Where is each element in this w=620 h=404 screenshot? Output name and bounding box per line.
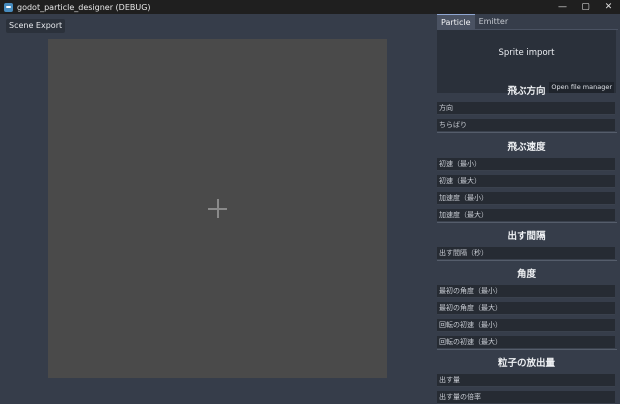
sprite-import-label: Sprite import [498,48,555,58]
divider [437,349,617,350]
field-initial-speed-max[interactable]: 初速（最大） [437,175,615,188]
field-acceleration-max[interactable]: 加速度（最大） [437,209,615,222]
field-rotation-speed-min[interactable]: 回転の初速（最小） [437,319,615,332]
minimize-button[interactable]: — [551,0,574,14]
properties-panel: Particle Emitter Sprite import Open file… [437,14,618,404]
window-title: godot_particle_designer (DEBUG) [17,2,151,12]
maximize-button[interactable]: ▢ [574,0,597,14]
field-acceleration-min[interactable]: 加速度（最小） [437,192,615,205]
crosshair-vertical [217,199,219,218]
field-initial-angle-max[interactable]: 最初の角度（最大） [437,302,615,315]
field-direction[interactable]: 方向 [437,102,615,115]
preview-canvas[interactable] [48,39,387,378]
divider [437,222,617,223]
window-titlebar: godot_particle_designer (DEBUG) — ▢ ✕ [0,0,620,14]
window-controls: — ▢ ✕ [551,0,620,14]
section-title-emission: 粒子の放出量 [497,358,555,369]
field-emit-interval[interactable]: 出す間隔（秒） [437,247,615,260]
section-title-interval: 出す間隔 [507,231,546,242]
tab-emitter[interactable]: Emitter [475,14,513,29]
close-button[interactable]: ✕ [597,0,620,14]
section-title-angle: 角度 [516,269,536,280]
field-emit-amount[interactable]: 出す量 [437,374,615,387]
divider [437,260,617,261]
godot-icon [4,2,13,12]
field-initial-speed-min[interactable]: 初速（最小） [437,158,615,171]
section-title-speed: 飛ぶ速度 [507,142,546,153]
divider [437,132,617,133]
field-spread[interactable]: ちらばり [437,119,615,132]
scene-export-button[interactable]: Scene Export [6,19,66,33]
panel-tabs: Particle Emitter [437,14,512,30]
tab-particle[interactable]: Particle [437,14,475,30]
field-initial-angle-min[interactable]: 最初の角度（最小） [437,285,615,298]
field-emit-amount-ratio[interactable]: 出す量の倍率 [437,391,615,404]
field-rotation-speed-max[interactable]: 回転の初速（最大） [437,336,615,349]
section-title-direction: 飛ぶ方向 [507,86,546,97]
